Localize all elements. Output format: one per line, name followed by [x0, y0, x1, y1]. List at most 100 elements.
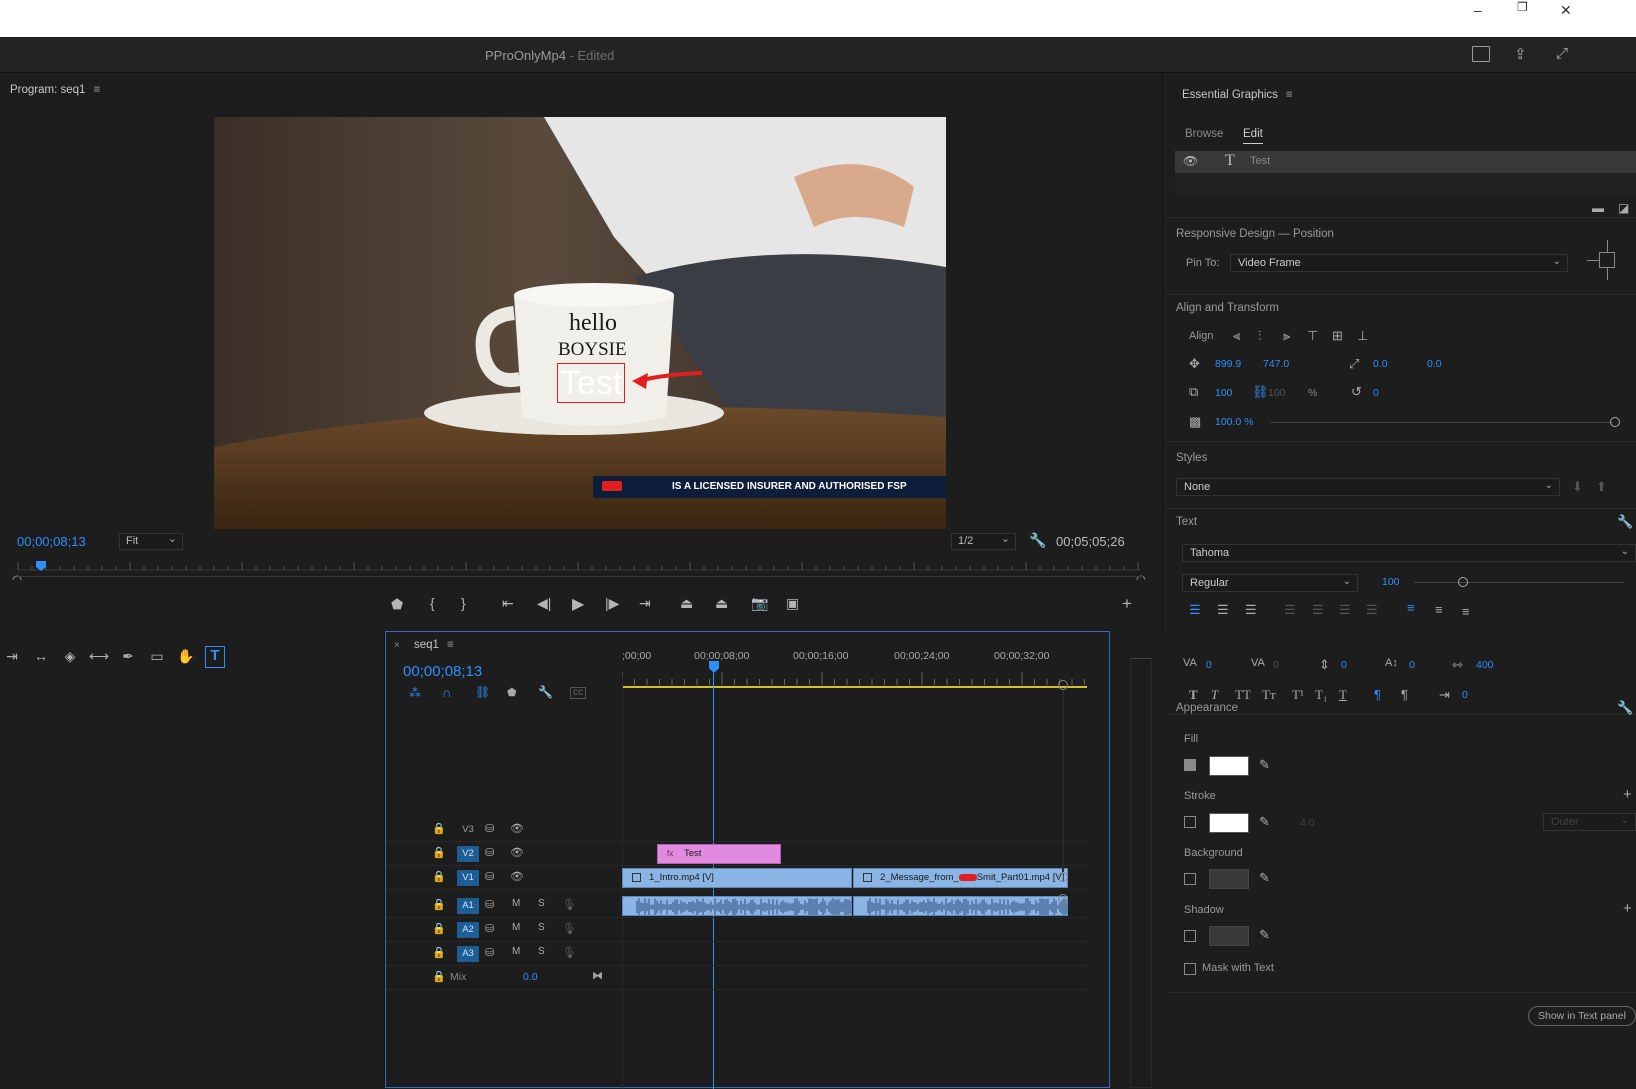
styles-dropdown[interactable]: None ⌄ [1176, 478, 1560, 496]
lock-scale-link-icon[interactable]: ⛓ [1252, 384, 1269, 400]
track-name-a3[interactable]: A3 [457, 946, 479, 962]
mix-end-icon[interactable]: ⧓ [592, 969, 603, 982]
track-area-v3[interactable] [622, 818, 1087, 842]
group-folder-icon[interactable]: ▬ [1592, 201, 1604, 215]
step-back-icon[interactable]: ◀| [537, 595, 551, 612]
microphone-icon[interactable]: 🎙 [562, 898, 576, 911]
go-to-out-icon[interactable]: ⇥ [639, 595, 651, 612]
align-text-top-icon[interactable]: ≡ [1407, 600, 1415, 615]
kerning-value[interactable]: 0 [1206, 659, 1212, 671]
underline-icon[interactable]: T [1339, 687, 1347, 703]
captions-icon[interactable]: cc [570, 687, 586, 699]
tab-width-value[interactable]: 0 [1462, 689, 1468, 701]
position-y[interactable]: 747.0 [1263, 358, 1289, 370]
align-vertical-center-icon[interactable]: ⊞ [1332, 328, 1343, 344]
quick-export-icon[interactable] [1472, 46, 1490, 62]
lock-icon[interactable]: 🔒 [432, 822, 446, 835]
track-area-a2[interactable] [622, 918, 1087, 942]
scroll-knob-top[interactable] [1058, 680, 1068, 690]
align-left-icon[interactable]: ⫷ [1233, 328, 1240, 344]
pin-top-icon[interactable] [1607, 240, 1608, 252]
eye-icon[interactable]: 👁 [510, 846, 524, 859]
fill-checkbox[interactable] [1184, 759, 1196, 771]
background-checkbox[interactable] [1184, 873, 1196, 885]
comparison-view-icon[interactable]: ▣ [786, 595, 799, 612]
tsume-value[interactable]: 400 [1476, 659, 1494, 671]
font-size-slider-thumb[interactable] [1458, 577, 1468, 587]
microphone-icon[interactable]: 🎙 [562, 946, 576, 959]
stroke-checkbox[interactable] [1184, 816, 1196, 828]
track-name-v1[interactable]: V1 [457, 870, 479, 886]
scrub-zoom-bar[interactable] [18, 576, 1143, 577]
align-right-icon[interactable]: ⫸ [1283, 328, 1290, 344]
align-bottom-icon[interactable]: ⊥ [1357, 328, 1368, 344]
export-frame-camera-icon[interactable]: 📷 [751, 595, 768, 612]
sync-lock-icon[interactable]: ⛁ [485, 946, 494, 959]
align-text-center-icon[interactable]: ☰ [1217, 602, 1229, 618]
track-name-v3[interactable]: V3 [457, 822, 479, 838]
anchor-x[interactable]: 0.0 [1373, 358, 1388, 370]
shadow-eyedropper-icon[interactable]: ✎ [1259, 927, 1270, 943]
lock-icon[interactable]: 🔒 [432, 846, 446, 859]
font-size-slider-track[interactable] [1414, 582, 1624, 583]
lock-icon[interactable]: 🔒 [432, 870, 446, 883]
baseline-shift-value[interactable]: 0 [1409, 659, 1415, 671]
mix-value[interactable]: 0.0 [523, 971, 538, 983]
track-area-mix[interactable] [622, 966, 1087, 990]
lock-icon[interactable]: 🔒 [432, 922, 446, 935]
panel-menu-icon[interactable]: ≡ [93, 84, 100, 96]
program-scrub-ruler[interactable] [10, 558, 1146, 585]
tab-browse[interactable]: Browse [1185, 128, 1223, 140]
track-name-a1[interactable]: A1 [457, 898, 479, 914]
close-icon[interactable]: ✕ [1560, 2, 1572, 19]
mark-in-icon[interactable]: { [430, 595, 435, 611]
rotation-value[interactable]: 0 [1373, 387, 1379, 399]
timeline-ruler[interactable]: ;00;00 00;00;08;00 00;00;16;00 00;00;24;… [622, 646, 1087, 688]
scale-value[interactable]: 100 [1215, 387, 1233, 399]
restore-icon[interactable]: ❐ [1517, 0, 1528, 14]
small-caps-icon[interactable]: Tт [1262, 687, 1276, 703]
align-text-left-icon[interactable]: ☰ [1189, 602, 1201, 618]
appearance-wrench-icon[interactable]: 🔧 [1617, 700, 1633, 716]
pin-edges-widget[interactable] [1587, 240, 1629, 282]
clip-message-video[interactable]: 2_Message_from_ Smit_Part01.mp4 [V] [853, 868, 1068, 888]
stroke-type-dropdown[interactable]: Outer ⌄ [1543, 813, 1636, 831]
push-style-icon[interactable]: ⬇ [1572, 479, 1583, 495]
sync-lock-icon[interactable]: ⛁ [485, 870, 494, 883]
stroke-eyedropper-icon[interactable]: ✎ [1259, 814, 1270, 830]
faux-italic-icon[interactable]: T [1211, 687, 1218, 703]
linked-selection-icon[interactable]: ⛓ [475, 685, 490, 699]
pin-left-icon[interactable] [1587, 260, 1599, 261]
title-overlay-test[interactable]: Test [557, 363, 626, 403]
all-caps-icon[interactable]: TT [1235, 687, 1251, 703]
share-icon[interactable]: ⇪ [1514, 45, 1527, 63]
align-text-middle-icon[interactable]: ≡ [1435, 602, 1443, 617]
minimize-icon[interactable]: – [1474, 2, 1482, 18]
step-forward-icon[interactable]: |▶ [605, 595, 619, 612]
type-tool-icon[interactable]: T [205, 646, 225, 668]
mute-button[interactable]: M [512, 922, 520, 933]
clip-intro-video[interactable]: 1_Intro.mp4 [V] [622, 868, 852, 888]
timeline-menu-icon[interactable]: ≡ [447, 639, 454, 651]
mark-out-icon[interactable]: } [461, 595, 466, 611]
superscript-icon[interactable]: T¹ [1292, 687, 1304, 703]
pin-center-icon[interactable] [1599, 252, 1615, 268]
timeline-marker-icon[interactable]: ⬟ [507, 686, 517, 699]
stroke-width-value[interactable]: 4.0 [1300, 817, 1315, 829]
track-select-tool-icon[interactable]: ↔ [31, 648, 51, 664]
track-area-v1[interactable]: 1_Intro.mp4 [V] 2_Message_from_ Smit_Part… [622, 866, 1087, 890]
eye-icon[interactable]: 👁 [1183, 154, 1198, 168]
background-color-swatch[interactable] [1209, 869, 1249, 889]
track-area-a3[interactable] [622, 942, 1087, 966]
sync-style-icon[interactable]: ⬆ [1596, 479, 1607, 495]
extract-icon[interactable]: ⏏ [715, 595, 728, 612]
pin-bottom-icon[interactable] [1607, 268, 1608, 280]
layer-row-test[interactable]: 👁 T Test [1175, 151, 1636, 173]
font-style-dropdown[interactable]: Regular ⌄ [1182, 574, 1358, 592]
snap-magnet-icon[interactable]: ∩ [442, 685, 451, 700]
show-in-text-panel-button[interactable]: Show in Text panel [1528, 1006, 1636, 1026]
align-text-bottom-icon[interactable]: ≡ [1462, 604, 1470, 619]
timeline-current-time[interactable]: 00;00;08;13 [403, 663, 482, 680]
lock-icon[interactable]: 🔒 [432, 898, 446, 911]
button-editor-plus-icon[interactable]: + [1122, 594, 1132, 614]
